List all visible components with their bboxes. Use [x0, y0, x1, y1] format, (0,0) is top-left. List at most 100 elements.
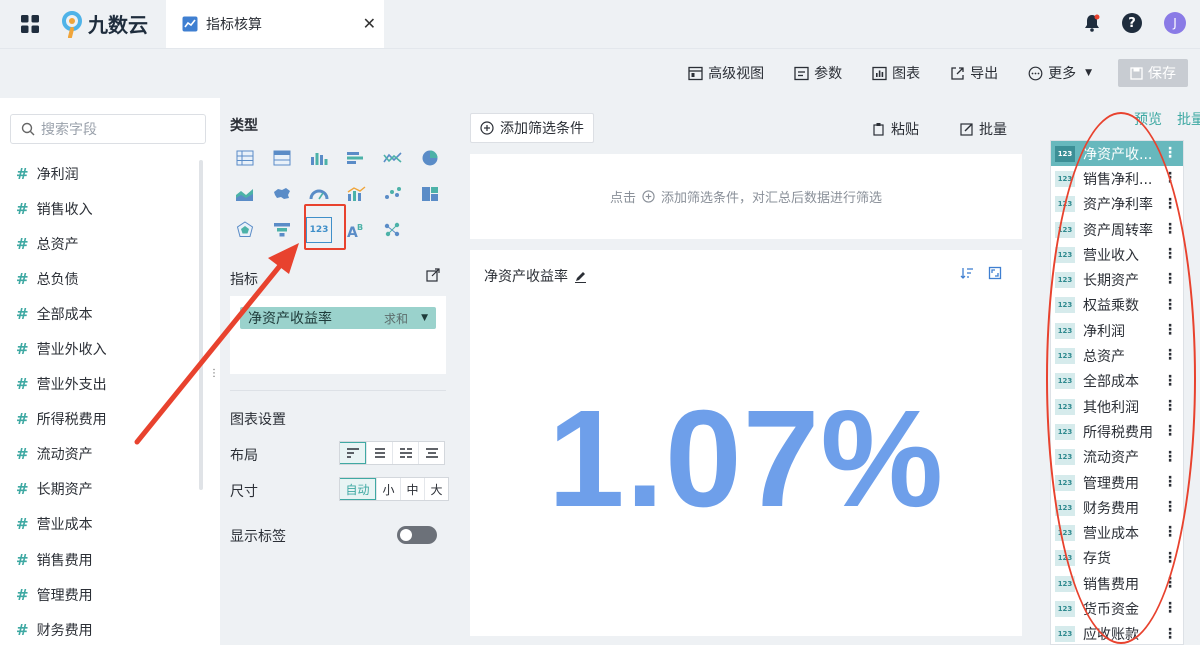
advanced-view-button[interactable]: 高级视图	[688, 63, 764, 83]
caret-down-icon[interactable]: ▼	[421, 313, 428, 323]
metric-list-item[interactable]: 123 净资产收... ⋮	[1051, 141, 1183, 167]
kebab-menu-icon[interactable]: ⋮	[1163, 246, 1177, 262]
size-large-option[interactable]: 大	[424, 478, 448, 500]
kebab-menu-icon[interactable]: ⋮	[1163, 398, 1177, 414]
sort-icon[interactable]	[960, 266, 974, 280]
kebab-menu-icon[interactable]: ⋮	[1163, 600, 1177, 616]
metric-list-item[interactable]: 123 所得税费用 ⋮	[1051, 419, 1183, 444]
metric-list-item[interactable]: 123 长期资产 ⋮	[1051, 267, 1183, 292]
metric-list-item[interactable]: 123 应收账款 ⋮	[1051, 622, 1183, 644]
tab-preview[interactable]: 预览	[1134, 109, 1162, 129]
kebab-menu-icon[interactable]: ⋮	[1163, 322, 1177, 338]
funnel-icon[interactable]	[271, 219, 293, 241]
field-item[interactable]: # 营业成本	[16, 507, 107, 542]
search-input[interactable]: 搜索字段	[10, 114, 206, 144]
metric-list-item[interactable]: 123 权益乘数 ⋮	[1051, 293, 1183, 318]
metric-list-item[interactable]: 123 管理费用 ⋮	[1051, 470, 1183, 495]
area-icon[interactable]	[234, 183, 256, 205]
metric-list-item[interactable]: 123 资产净利率 ⋮	[1051, 192, 1183, 217]
save-button[interactable]: 保存	[1118, 59, 1188, 87]
horizontal-bar-icon[interactable]	[345, 147, 367, 169]
field-item[interactable]: # 销售收入	[16, 191, 107, 226]
field-item[interactable]: # 总资产	[16, 226, 107, 261]
size-small-option[interactable]: 小	[376, 478, 400, 500]
gauge-icon[interactable]	[308, 183, 330, 205]
kebab-menu-icon[interactable]: ⋮	[1163, 347, 1177, 363]
metric-list-item[interactable]: 123 财务费用 ⋮	[1051, 495, 1183, 520]
metric-list-item[interactable]: 123 总资产 ⋮	[1051, 343, 1183, 368]
apps-grid-icon[interactable]	[20, 14, 40, 34]
kebab-menu-icon[interactable]: ⋮	[1163, 423, 1177, 439]
field-item[interactable]: # 净利润	[16, 156, 107, 191]
kebab-menu-icon[interactable]: ⋮	[1163, 221, 1177, 237]
metric-list-item[interactable]: 123 全部成本 ⋮	[1051, 369, 1183, 394]
field-item[interactable]: # 销售费用	[16, 542, 107, 577]
metric-list-item[interactable]: 123 净利润 ⋮	[1051, 318, 1183, 343]
batch-button[interactable]: 批量	[960, 119, 1007, 139]
combo-chart-icon[interactable]	[345, 183, 367, 205]
radar-icon[interactable]	[234, 219, 256, 241]
field-item[interactable]: # 营业外支出	[16, 367, 107, 402]
table-icon[interactable]	[234, 147, 256, 169]
help-icon[interactable]: ?	[1122, 13, 1142, 33]
metric-drop-zone[interactable]: 净资产收益率 求和 ▼	[230, 296, 446, 374]
metric-list-item[interactable]: 123 流动资产 ⋮	[1051, 445, 1183, 470]
kebab-menu-icon[interactable]: ⋮	[1163, 499, 1177, 515]
panel-splitter[interactable]: ⋮	[209, 368, 219, 379]
metric-list-item[interactable]: 123 资产周转率 ⋮	[1051, 217, 1183, 242]
kebab-menu-icon[interactable]: ⋮	[1163, 474, 1177, 490]
kebab-menu-icon[interactable]: ⋮	[1163, 575, 1177, 591]
kebab-menu-icon[interactable]: ⋮	[1163, 170, 1177, 186]
line-icon[interactable]	[382, 147, 404, 169]
field-item[interactable]: # 所得税费用	[16, 402, 107, 437]
tab-indicator-calc[interactable]: 指标核算 ✕	[166, 0, 384, 48]
scrollbar[interactable]	[199, 160, 203, 490]
field-item[interactable]: # 财务费用	[16, 612, 107, 645]
add-filter-button[interactable]: 添加筛选条件	[470, 113, 594, 143]
metric-list-item[interactable]: 123 营业成本 ⋮	[1051, 520, 1183, 545]
export-button[interactable]: 导出	[950, 63, 998, 83]
filter-area[interactable]: 点击 添加筛选条件，对汇总后数据进行筛选	[470, 154, 1022, 239]
paste-button[interactable]: 粘贴	[872, 119, 919, 139]
tab-batch[interactable]: 批量	[1177, 109, 1200, 129]
kebab-menu-icon[interactable]: ⋮	[1163, 196, 1177, 212]
field-item[interactable]: # 管理费用	[16, 577, 107, 612]
params-button[interactable]: 参数	[794, 63, 842, 83]
close-icon[interactable]: ✕	[363, 14, 376, 33]
show-label-toggle[interactable]	[397, 526, 437, 544]
layout-grid-option[interactable]	[392, 442, 418, 464]
chart-button[interactable]: 图表	[872, 63, 920, 83]
kebab-menu-icon[interactable]: ⋮	[1163, 271, 1177, 287]
metric-list-item[interactable]: 123 货币资金 ⋮	[1051, 596, 1183, 621]
metric-field-pill[interactable]: 净资产收益率 求和 ▼	[240, 307, 436, 329]
metric-list-item[interactable]: 123 存货 ⋮	[1051, 546, 1183, 571]
metric-list-item[interactable]: 123 销售净利... ⋮	[1051, 166, 1183, 191]
field-item[interactable]: # 总负债	[16, 261, 107, 296]
layout-center-option[interactable]	[418, 442, 444, 464]
bell-icon[interactable]	[1084, 14, 1100, 32]
kebab-menu-icon[interactable]: ⋮	[1163, 297, 1177, 313]
kebab-menu-icon[interactable]: ⋮	[1163, 550, 1177, 566]
kebab-menu-icon[interactable]: ⋮	[1163, 449, 1177, 465]
more-button[interactable]: 更多 ▼	[1028, 63, 1092, 83]
fullscreen-icon[interactable]	[988, 266, 1002, 280]
relation-graph-icon[interactable]	[382, 219, 404, 241]
edit-icon[interactable]	[574, 270, 587, 283]
metric-list-item[interactable]: 123 其他利润 ⋮	[1051, 394, 1183, 419]
kebab-menu-icon[interactable]: ⋮	[1163, 373, 1177, 389]
layout-left-option[interactable]	[340, 442, 366, 464]
size-medium-option[interactable]: 中	[400, 478, 424, 500]
kebab-menu-icon[interactable]: ⋮	[1163, 626, 1177, 642]
map-icon[interactable]	[271, 183, 293, 205]
field-item[interactable]: # 全部成本	[16, 296, 107, 331]
kebab-menu-icon[interactable]: ⋮	[1163, 524, 1177, 540]
kebab-menu-icon[interactable]: ⋮	[1163, 145, 1177, 161]
avatar[interactable]: J	[1164, 12, 1186, 34]
pie-icon[interactable]	[419, 147, 441, 169]
scatter-icon[interactable]	[382, 183, 404, 205]
brand-logo[interactable]: 九数云	[60, 9, 148, 38]
field-item[interactable]: # 长期资产	[16, 472, 107, 507]
metric-list-item[interactable]: 123 营业收入 ⋮	[1051, 242, 1183, 267]
field-item[interactable]: # 营业外收入	[16, 331, 107, 366]
word-cloud-icon[interactable]: AB	[345, 219, 367, 241]
